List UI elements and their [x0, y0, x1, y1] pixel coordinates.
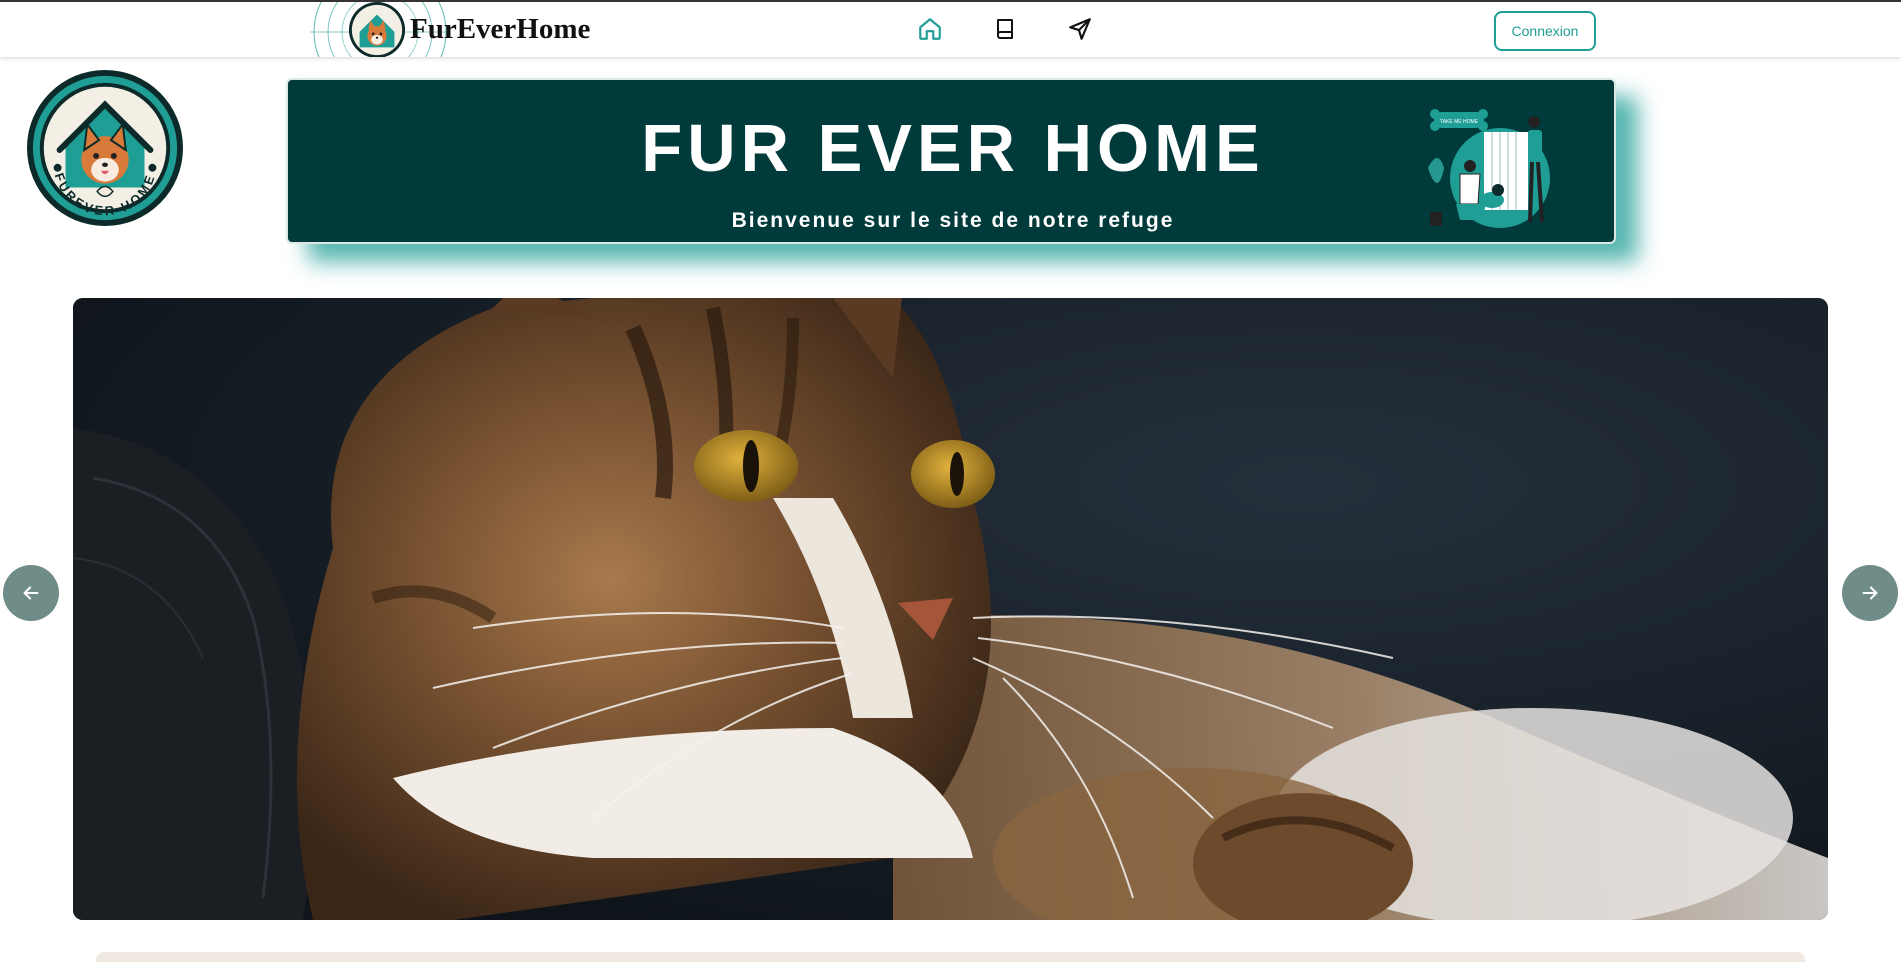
carousel-prev-button[interactable] — [3, 565, 59, 621]
nav-contact[interactable] — [1065, 11, 1095, 47]
photo-carousel[interactable] — [73, 298, 1828, 920]
top-navbar: FurEverHome Connexion — [0, 0, 1901, 57]
nav-book[interactable] — [990, 11, 1020, 47]
nav-home[interactable] — [915, 11, 945, 47]
home-icon — [919, 18, 941, 40]
carousel-next-button[interactable] — [1842, 565, 1898, 621]
brand[interactable]: FurEverHome — [300, 2, 590, 57]
send-icon — [1069, 18, 1091, 40]
carousel-image-cat — [73, 298, 1828, 920]
adoption-illustration-icon: TAKE ME HOME — [1428, 109, 1550, 228]
login-button[interactable]: Connexion — [1494, 11, 1596, 51]
brand-name: FurEverHome — [410, 13, 591, 45]
nav-menu — [915, 11, 1095, 47]
banner-title: FUR EVER HOME — [641, 111, 1265, 186]
site-logo-icon: FUREVER HOME — [26, 69, 184, 227]
next-section-panel — [96, 952, 1805, 962]
banner-subtitle: Bienvenue sur le site de notre refuge — [731, 209, 1175, 232]
hero-banner: FUR EVER HOME Bienvenue sur le site de n… — [286, 78, 1616, 244]
arrow-right-icon — [1862, 586, 1878, 600]
book-icon — [997, 19, 1013, 39]
illustration-sign-text: TAKE ME HOME — [1440, 119, 1479, 125]
arrow-left-icon — [23, 586, 39, 600]
brand-logo-icon — [348, 2, 406, 57]
